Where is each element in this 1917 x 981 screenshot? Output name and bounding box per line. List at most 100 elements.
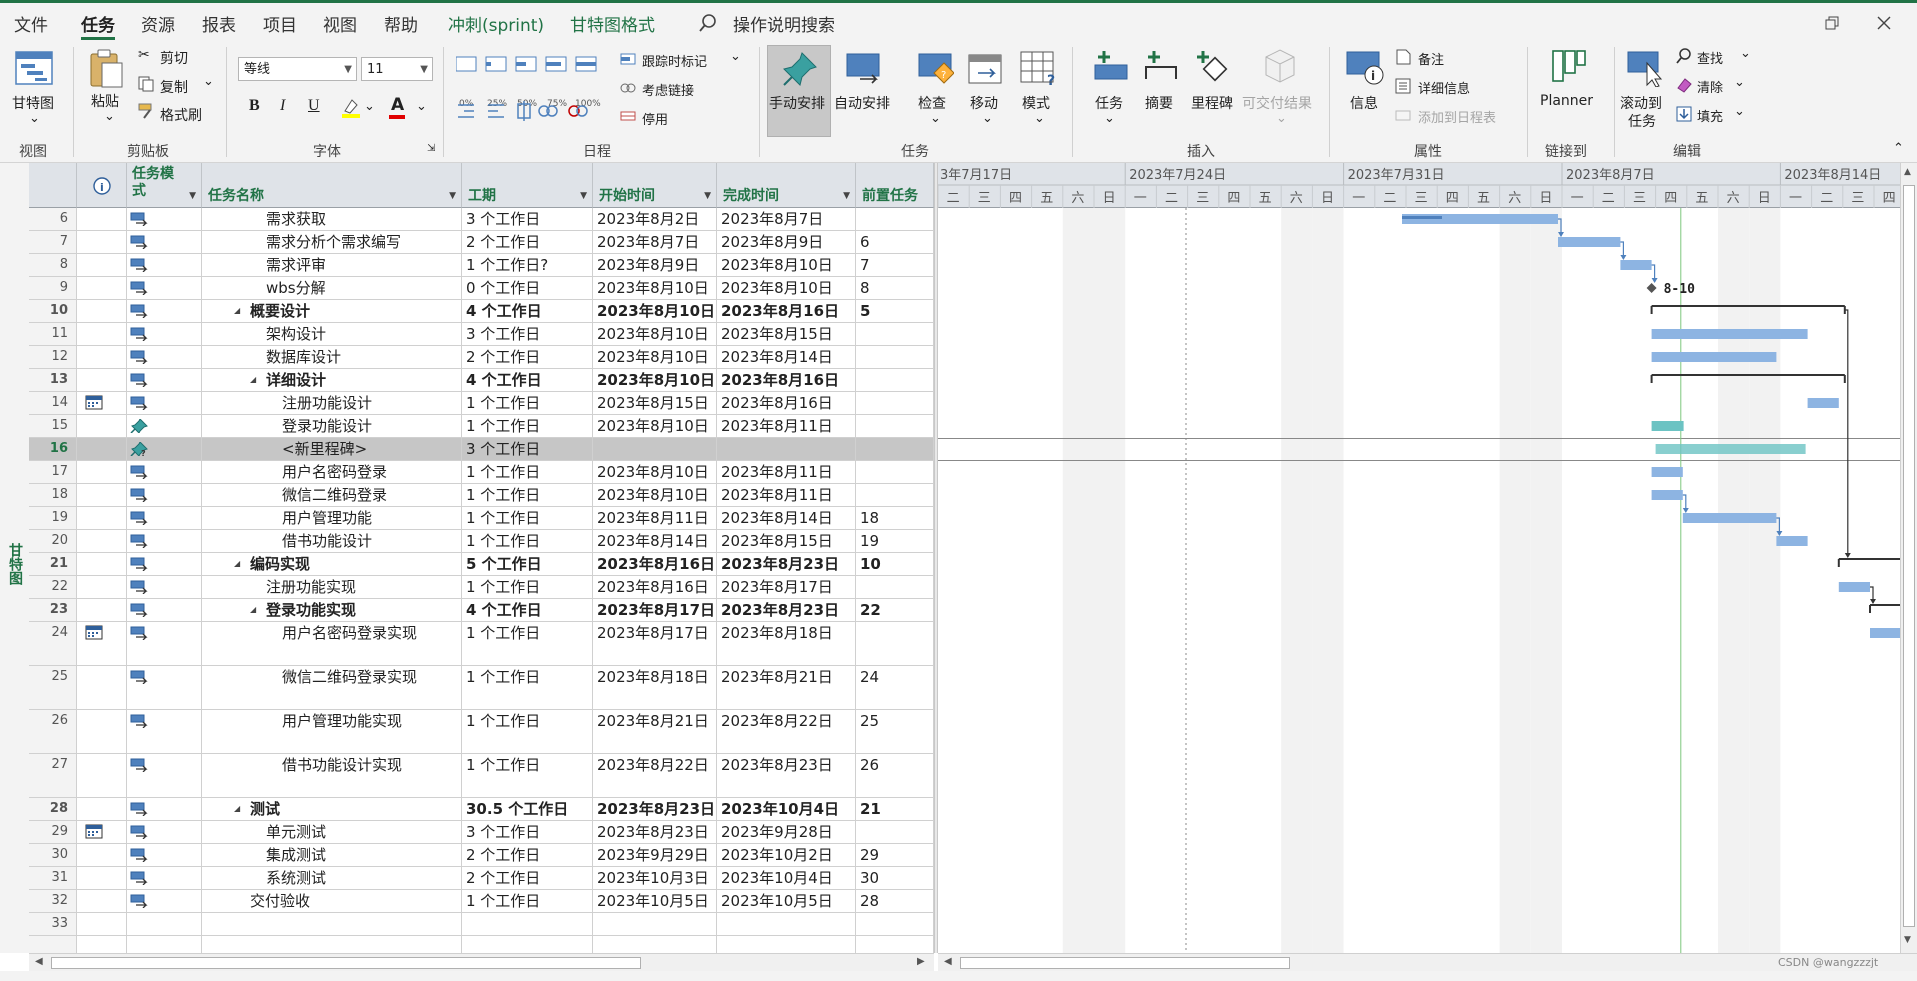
predecessors-cell[interactable]: 7 [856, 254, 934, 277]
task-name-cell[interactable]: 用户管理功能 [202, 507, 462, 530]
milestone-icon[interactable] [1193, 49, 1231, 87]
finish-cell[interactable]: 2023年10月4日 [717, 867, 856, 890]
notes-button[interactable]: 备注 [1418, 49, 1444, 68]
row-id[interactable]: 24 [29, 622, 77, 666]
finish-cell[interactable]: 2023年8月18日 [717, 622, 856, 666]
start-cell[interactable]: 2023年8月9日 [593, 254, 717, 277]
predecessors-cell[interactable]: 5 [856, 300, 934, 323]
chevron-down-icon[interactable]: ⌄ [1034, 111, 1045, 126]
italic-button[interactable]: I [280, 97, 285, 115]
predecessors-cell[interactable] [856, 821, 934, 844]
table-row[interactable]: 29 单元测试 3 个工作日 2023年8月23日 2023年9月28日 [29, 821, 934, 844]
duration-cell[interactable]: 3 个工作日 [462, 323, 593, 346]
task-name-cell[interactable] [202, 913, 462, 936]
notes-icon[interactable] [1395, 49, 1411, 65]
menu-view[interactable]: 视图 [323, 11, 357, 36]
scrollbar-thumb[interactable] [1903, 185, 1915, 927]
duration-cell[interactable]: 2 个工作日 [462, 231, 593, 254]
predecessors-cell[interactable] [856, 392, 934, 415]
task-mode-cell[interactable] [127, 392, 202, 415]
task-mode-cell[interactable] [127, 553, 202, 576]
task-name-cell[interactable]: 数据库设计 [202, 346, 462, 369]
collapse-triangle-icon[interactable]: ◢ [234, 300, 240, 322]
row-id[interactable]: 21 [29, 553, 77, 576]
row-id[interactable]: 31 [29, 867, 77, 890]
format-painter-button[interactable]: 格式刷 [160, 105, 202, 125]
table-row[interactable]: 6 需求获取 3 个工作日 2023年8月2日 2023年8月7日 [29, 208, 934, 231]
start-cell[interactable]: 2023年8月2日 [593, 208, 717, 231]
row-id[interactable]: 18 [29, 484, 77, 507]
indicator-cell[interactable] [77, 666, 127, 710]
task-mode-cell[interactable] [127, 666, 202, 710]
start-cell[interactable]: 2023年8月14日 [593, 530, 717, 553]
row-id[interactable]: 13 [29, 369, 77, 392]
task-mode-cell[interactable] [127, 530, 202, 553]
task-mode-header[interactable]: 任务模式 ▼ [127, 163, 202, 208]
table-row[interactable]: 18 微信二维码登录 1 个工作日 2023年8月10日 2023年8月11日 [29, 484, 934, 507]
row-id[interactable]: 22 [29, 576, 77, 599]
menu-resource[interactable]: 资源 [141, 11, 175, 36]
menu-file[interactable]: 文件 [14, 11, 48, 36]
auto-schedule-icon[interactable] [846, 53, 884, 87]
finish-cell[interactable] [717, 913, 856, 936]
duration-cell[interactable]: 1 个工作日 [462, 754, 593, 798]
finish-cell[interactable]: 2023年8月15日 [717, 530, 856, 553]
scroll-left-icon[interactable]: ◀ [35, 956, 43, 967]
scroll-down-icon[interactable]: ▼ [1904, 935, 1911, 945]
task-mode-cell[interactable] [127, 754, 202, 798]
table-row[interactable]: 8 需求评审 1 个工作日? 2023年8月9日 2023年8月10日 7 [29, 254, 934, 277]
duration-cell[interactable]: 5 个工作日 [462, 553, 593, 576]
scroll-up-icon[interactable]: ▲ [1904, 167, 1911, 177]
finish-cell[interactable]: 2023年8月22日 [717, 710, 856, 754]
task-mode-cell[interactable] [127, 254, 202, 277]
empty-cell[interactable] [202, 936, 462, 953]
start-cell[interactable]: 2023年8月15日 [593, 392, 717, 415]
table-row[interactable]: 14 注册功能设计 1 个工作日 2023年8月15日 2023年8月16日 [29, 392, 934, 415]
search-icon[interactable] [698, 13, 718, 33]
chevron-down-icon[interactable]: ⌄ [29, 111, 40, 126]
table-row[interactable]: 7 需求分析个需求编写 2 个工作日 2023年8月7日 2023年8月9日 6 [29, 231, 934, 254]
bold-button[interactable]: B [249, 97, 260, 115]
finish-cell[interactable]: 2023年8月21日 [717, 666, 856, 710]
task-mode-cell[interactable] [127, 867, 202, 890]
predecessors-cell[interactable]: 6 [856, 231, 934, 254]
duration-cell[interactable]: 1 个工作日 [462, 461, 593, 484]
duration-cell[interactable]: 1 个工作日 [462, 392, 593, 415]
chevron-down-icon[interactable]: ⌄ [1104, 111, 1115, 126]
task-name-cell[interactable]: 借书功能设计实现 [202, 754, 462, 798]
start-cell[interactable]: 2023年8月10日 [593, 369, 717, 392]
copy-button[interactable]: 复制 [160, 77, 188, 97]
empty-cell[interactable] [593, 936, 717, 953]
start-cell[interactable]: 2023年8月21日 [593, 710, 717, 754]
indicator-cell[interactable] [77, 821, 127, 844]
task-mode-cell[interactable] [127, 599, 202, 622]
table-row[interactable] [29, 936, 934, 953]
collapse-triangle-icon[interactable]: ◢ [234, 553, 240, 575]
font-size-combo[interactable]: 11 ▼ [361, 57, 433, 81]
empty-cell[interactable] [856, 936, 934, 953]
task-name-cell[interactable]: 借书功能设计 [202, 530, 462, 553]
table-row[interactable]: 26 用户管理功能实现 1 个工作日 2023年8月21日 2023年8月22日 25 [29, 710, 934, 754]
table-row[interactable]: 21 ◢ 编码实现 5 个工作日 2023年8月16日 2023年8月23日 10 [29, 553, 934, 576]
indicator-cell[interactable] [77, 913, 127, 936]
paste-icon[interactable] [88, 49, 124, 89]
finish-cell[interactable]: 2023年8月7日 [717, 208, 856, 231]
fill-button[interactable]: 填充 [1697, 106, 1723, 125]
start-cell[interactable]: 2023年8月17日 [593, 599, 717, 622]
planner-icon[interactable] [1551, 49, 1587, 87]
clear-eraser-icon[interactable] [1676, 77, 1692, 93]
finish-cell[interactable]: 2023年8月11日 [717, 415, 856, 438]
chevron-down-icon[interactable]: ⌄ [930, 111, 941, 126]
task-mode-cell[interactable] [127, 890, 202, 913]
table-row[interactable]: 15 登录功能设计 1 个工作日 2023年8月10日 2023年8月11日 [29, 415, 934, 438]
task-name-cell[interactable]: 集成测试 [202, 844, 462, 867]
chevron-down-icon[interactable]: ⌄ [203, 74, 214, 89]
table-row[interactable]: 23 ◢ 登录功能实现 4 个工作日 2023年8月17日 2023年8月23日 22 [29, 599, 934, 622]
finish-cell[interactable]: 2023年8月16日 [717, 392, 856, 415]
indicator-cell[interactable] [77, 798, 127, 821]
indicator-cell[interactable] [77, 484, 127, 507]
scroll-to-task-icon[interactable] [1627, 51, 1667, 87]
inactivate-button[interactable]: 停用 [642, 109, 668, 128]
start-cell[interactable]: 2023年8月22日 [593, 754, 717, 798]
indicator-cell[interactable] [77, 461, 127, 484]
